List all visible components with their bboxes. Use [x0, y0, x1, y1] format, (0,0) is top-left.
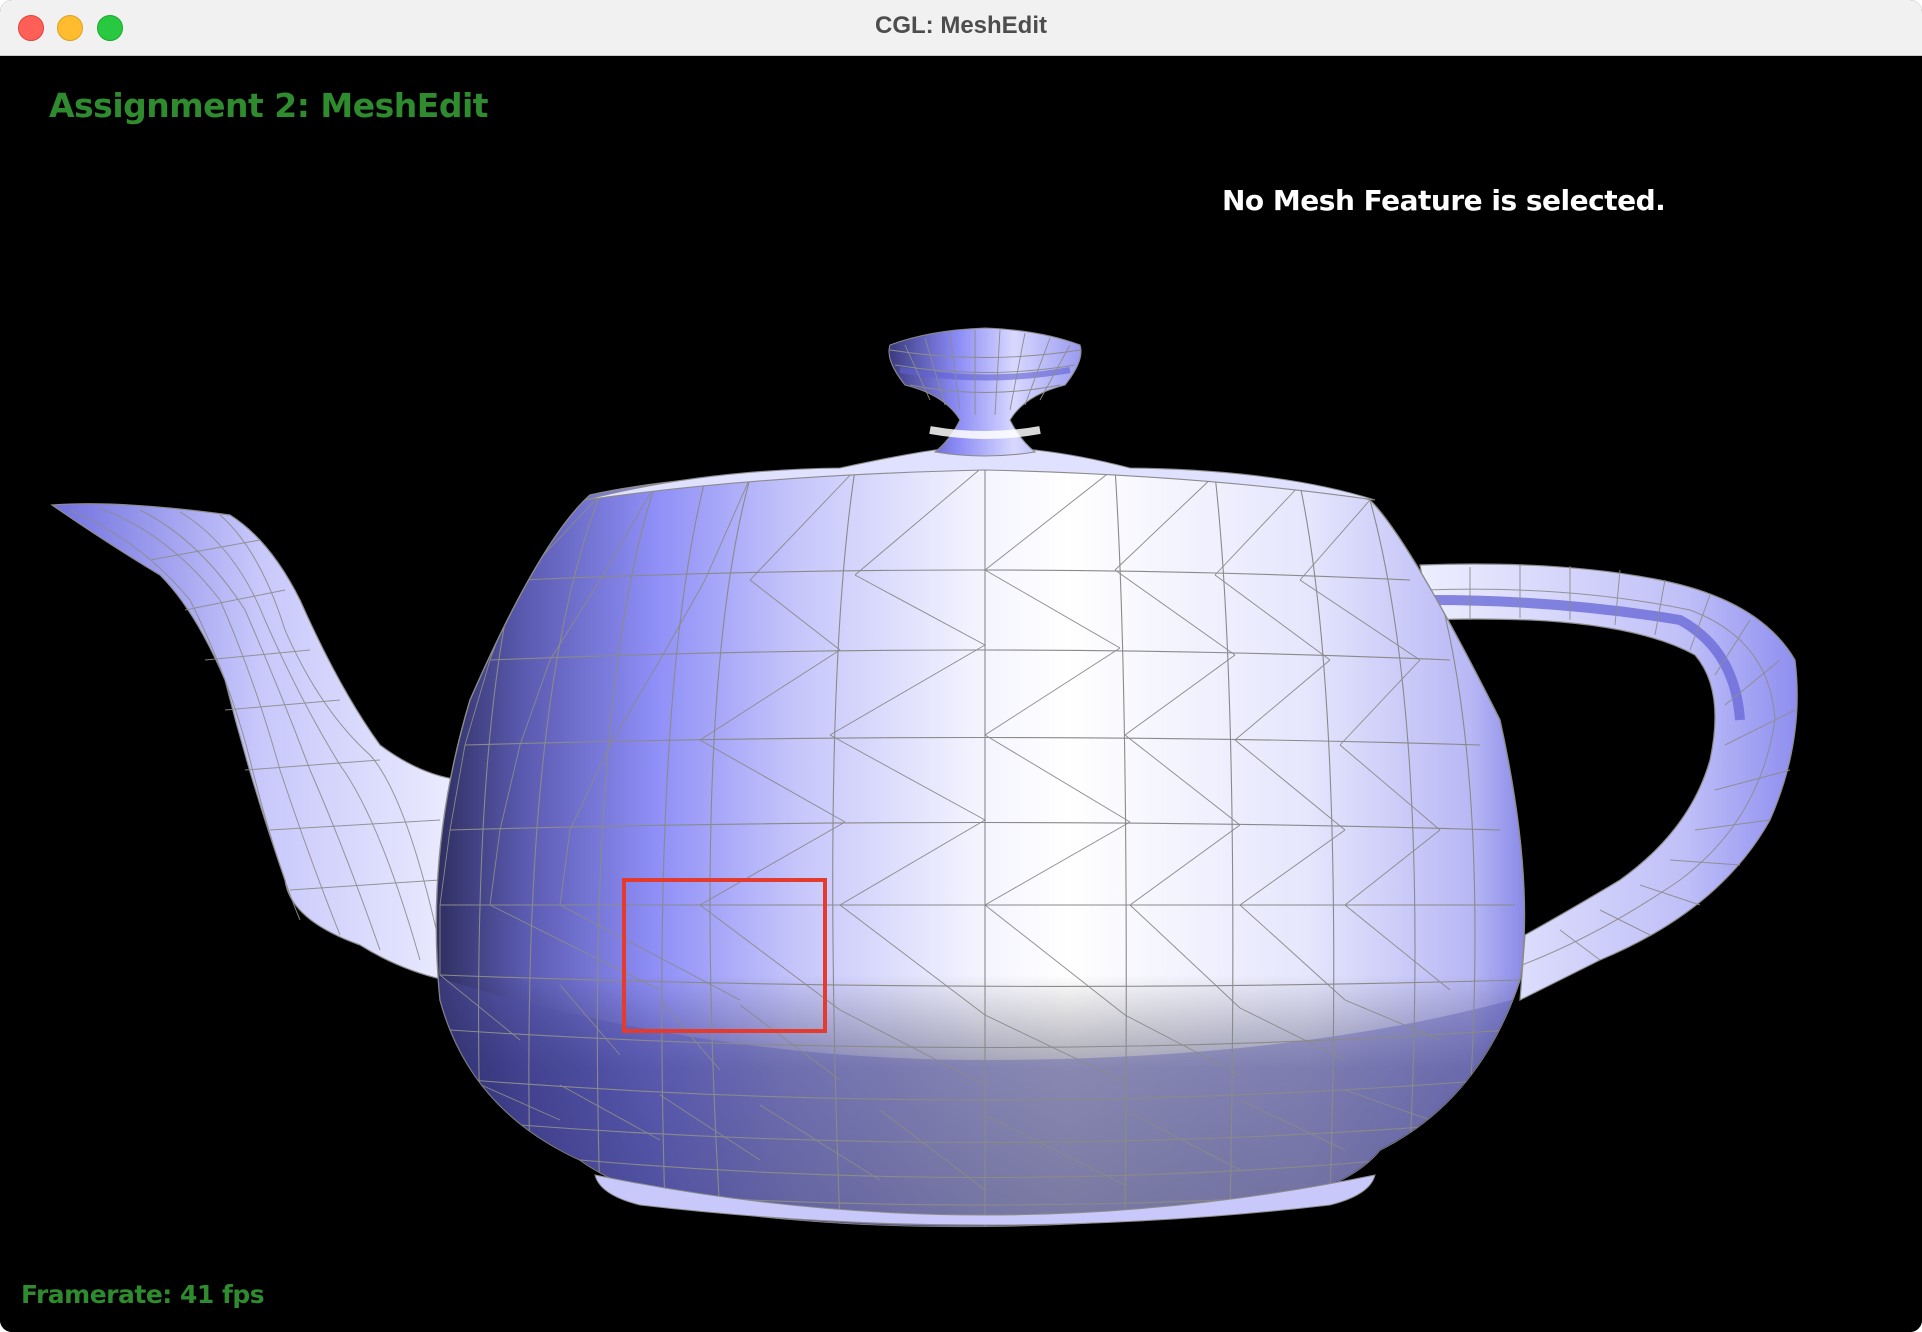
title-bar[interactable]: CGL: MeshEdit — [0, 0, 1922, 56]
mesh-viewport[interactable]: Assignment 2: MeshEdit No Mesh Feature i… — [0, 56, 1922, 1332]
assignment-title: Assignment 2: MeshEdit — [49, 86, 489, 125]
framerate-readout: Framerate: 41 fps — [21, 1280, 265, 1309]
teapot-mesh[interactable] — [0, 56, 1922, 1332]
spout — [50, 503, 461, 981]
lid-knob — [888, 327, 1082, 457]
window-title: CGL: MeshEdit — [875, 12, 1047, 39]
selection-status: No Mesh Feature is selected. — [1222, 184, 1666, 217]
app-window: CGL: MeshEdit Assignment 2: MeshEdit No … — [0, 0, 1922, 1332]
